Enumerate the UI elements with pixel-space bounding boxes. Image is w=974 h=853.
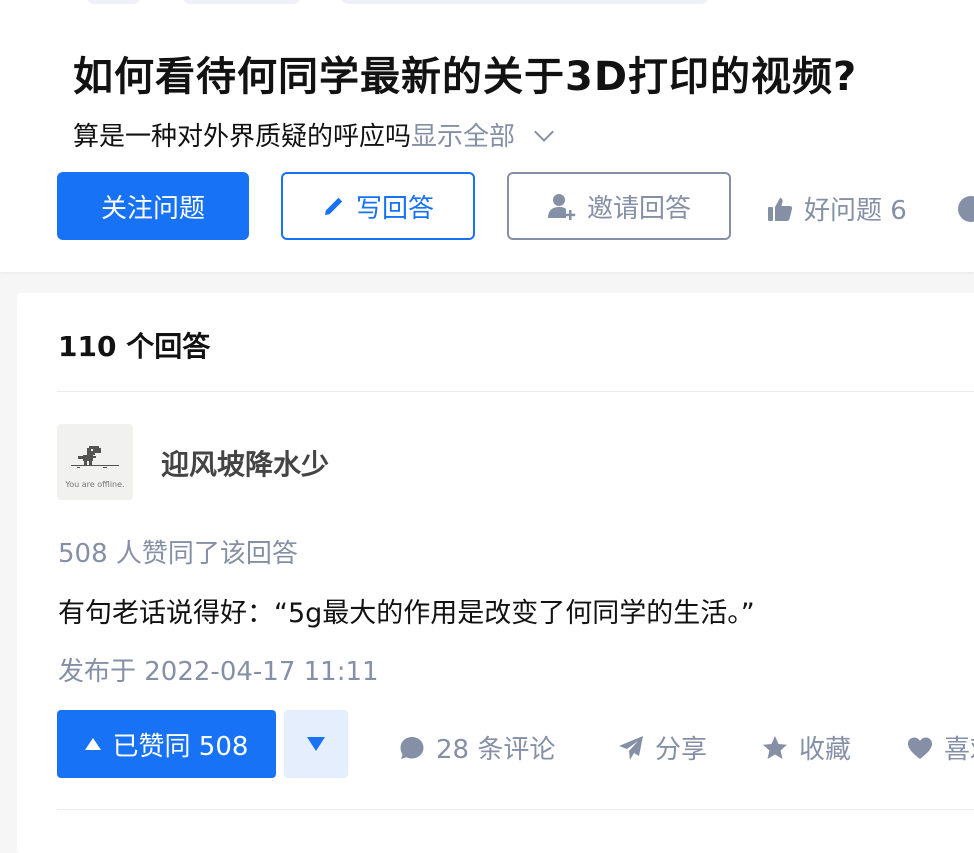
follow-question-button[interactable]: 关注问题 xyxy=(57,172,249,240)
like-button[interactable]: 喜欢 xyxy=(906,729,974,766)
comments-button[interactable]: 28 条评论 xyxy=(398,729,555,766)
write-answer-button[interactable]: 写回答 xyxy=(281,172,475,240)
voters-count[interactable]: 508 人赞同了该回答 xyxy=(58,533,298,570)
downvote-button[interactable] xyxy=(284,710,348,778)
avatar-caption: You are offline. xyxy=(65,480,125,489)
share-label: 分享 xyxy=(655,735,708,765)
upvote-arrow-icon xyxy=(84,738,101,750)
topic-tag[interactable] xyxy=(182,0,302,4)
pencil-icon xyxy=(324,197,343,215)
like-label: 喜欢 xyxy=(944,735,974,765)
chevron-down-icon[interactable] xyxy=(534,122,554,142)
answers-card: 110 个回答 You are offline. 迎风坡降水少 508 人赞同了… xyxy=(17,293,974,853)
more-icon[interactable] xyxy=(958,196,974,222)
paper-plane-icon xyxy=(619,735,643,760)
good-question-label: 好问题 6 xyxy=(804,196,907,226)
add-user-icon xyxy=(547,194,576,220)
favorite-label: 收藏 xyxy=(799,735,852,765)
topic-tag[interactable] xyxy=(340,0,710,4)
good-question-button[interactable]: 好问题 6 xyxy=(766,190,907,227)
author-name[interactable]: 迎风坡降水少 xyxy=(161,443,329,483)
upvote-label: 已赞同 508 xyxy=(112,731,249,762)
question-description-text: 算是一种对外界质疑的呼应吗 xyxy=(73,122,412,152)
show-all-link[interactable]: 显示全部 xyxy=(411,122,515,152)
comments-label: 28 条评论 xyxy=(436,735,556,765)
heart-icon xyxy=(908,737,932,759)
favorite-button[interactable]: 收藏 xyxy=(761,729,851,766)
divider xyxy=(57,391,974,392)
topic-tag[interactable] xyxy=(86,0,142,4)
follow-question-label: 关注问题 xyxy=(100,193,205,224)
answers-count: 110 个回答 xyxy=(58,330,211,363)
star-icon xyxy=(763,735,787,759)
avatar[interactable]: You are offline. xyxy=(57,424,133,500)
invite-answer-label: 邀请回答 xyxy=(586,193,691,224)
divider xyxy=(57,809,974,810)
comment-bubble-icon xyxy=(400,736,424,759)
write-answer-label: 写回答 xyxy=(355,193,434,224)
invite-answer-button[interactable]: 邀请回答 xyxy=(507,172,731,240)
publish-time[interactable]: 发布于 2022-04-17 11:11 xyxy=(58,651,379,688)
upvote-button[interactable]: 已赞同 508 xyxy=(57,710,276,778)
answer-content: 有句老话说得好：“5g最大的作用是改变了何同学的生活。” xyxy=(58,598,755,629)
downvote-arrow-icon xyxy=(307,737,325,751)
question-header: 如何看待何同学最新的关于3D打印的视频? 算是一种对外界质疑的呼应吗显示全部 关… xyxy=(0,0,974,272)
share-button[interactable]: 分享 xyxy=(617,729,707,766)
question-title: 如何看待何同学最新的关于3D打印的视频? xyxy=(73,54,858,100)
thumb-up-icon xyxy=(768,197,793,221)
question-description: 算是一种对外界质疑的呼应吗显示全部 xyxy=(73,116,554,153)
